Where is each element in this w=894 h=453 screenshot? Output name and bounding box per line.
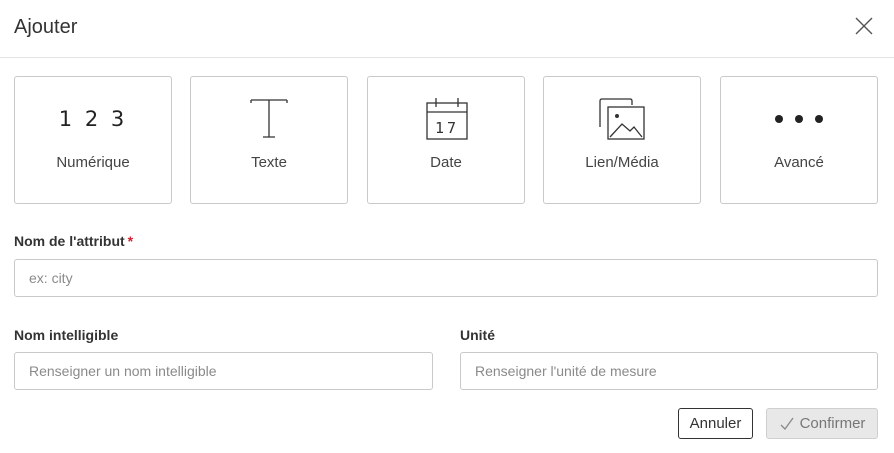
dialog-header: Ajouter — [0, 0, 894, 58]
display-name-label: Nom intelligible — [14, 327, 119, 343]
type-card-label: Texte — [251, 154, 287, 171]
type-card-label: Date — [430, 154, 462, 171]
attribute-name-label: Nom de l'attribut * — [14, 233, 134, 249]
close-icon[interactable] — [852, 14, 876, 38]
calendar-day: 17 — [434, 119, 460, 137]
type-card-date[interactable]: 17 Date — [367, 76, 525, 204]
type-card-numeric[interactable]: 1 2 3 Numérique — [14, 76, 172, 204]
more-dots-icon — [721, 95, 877, 143]
type-card-label: Avancé — [774, 154, 824, 171]
required-mark: * — [127, 233, 134, 249]
check-icon — [780, 417, 794, 430]
dialog-title: Ajouter — [14, 16, 78, 38]
type-card-advanced[interactable]: Avancé — [720, 76, 878, 204]
confirm-button[interactable]: Confirmer — [766, 408, 878, 439]
unit-label: Unité — [460, 327, 495, 343]
numeric-123-icon: 1 2 3 — [58, 107, 128, 131]
attribute-name-input[interactable] — [14, 259, 878, 297]
text-t-icon — [191, 95, 347, 143]
type-card-link-media[interactable]: Lien/Média — [543, 76, 701, 204]
attribute-type-selector: 1 2 3 Numérique Texte 17 Date Lien/Média… — [14, 76, 878, 204]
type-card-label: Lien/Média — [585, 154, 659, 171]
type-card-text[interactable]: Texte — [190, 76, 348, 204]
calendar-icon: 17 — [368, 95, 524, 143]
type-card-label: Numérique — [56, 154, 130, 171]
unit-input[interactable] — [460, 352, 878, 390]
display-name-input[interactable] — [14, 352, 433, 390]
cancel-button[interactable]: Annuler — [678, 408, 753, 439]
image-gallery-icon — [544, 95, 700, 143]
